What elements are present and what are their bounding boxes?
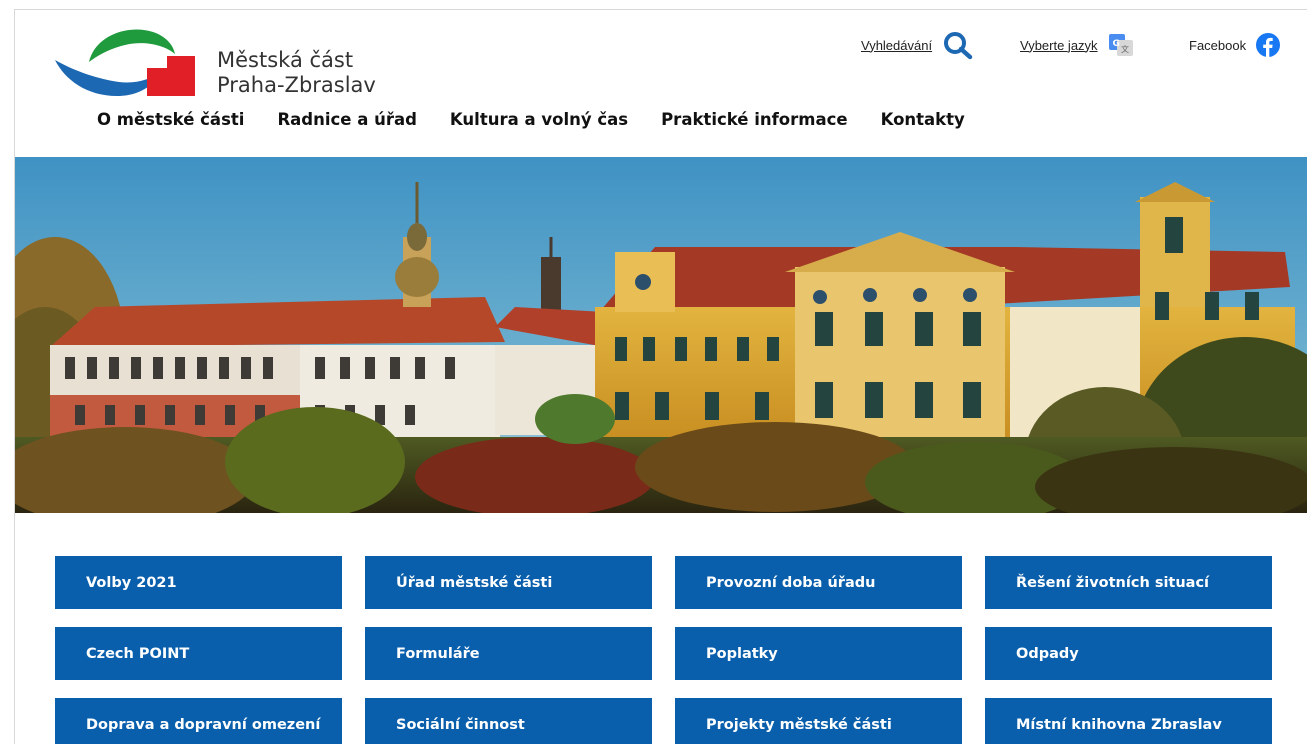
search-link[interactable]: Vyhledávání: [861, 30, 974, 60]
nav-item-prakticke-informace[interactable]: Praktické informace: [661, 110, 847, 136]
nav-item-radnice-a-urad[interactable]: Radnice a úřad: [277, 110, 416, 136]
svg-text:G: G: [1112, 39, 1119, 49]
tile-reseni-zivotnich-situaci[interactable]: Řešení životních situací: [985, 556, 1272, 609]
tile-projekty[interactable]: Projekty městské části: [675, 698, 962, 744]
top-tools: Vyhledávání Vyberte jazyk G 文 Facebook: [827, 30, 1307, 60]
search-label[interactable]: Vyhledávání: [861, 38, 932, 53]
page: Městská část Praha-Zbraslav Vyhledávání …: [14, 9, 1307, 744]
nav-item-kontakty[interactable]: Kontakty: [881, 110, 965, 136]
language-selector[interactable]: Vyberte jazyk G 文: [1020, 30, 1134, 60]
google-translate-icon[interactable]: G 文: [1108, 32, 1134, 58]
chateau-illustration: [15, 157, 1307, 513]
tile-provozni-doba-uradu[interactable]: Provozní doba úřadu: [675, 556, 962, 609]
search-icon[interactable]: [942, 30, 974, 60]
tile-doprava[interactable]: Doprava a dopravní omezení: [55, 698, 342, 744]
tile-czech-point[interactable]: Czech POINT: [55, 627, 342, 680]
site-name: Městská část Praha-Zbraslav: [217, 48, 376, 98]
site-name-line1: Městská část: [217, 48, 354, 72]
main-nav: O městské části Radnice a úřad Kultura a…: [97, 110, 998, 136]
tile-volby-2021[interactable]: Volby 2021: [55, 556, 342, 609]
tile-knihovna[interactable]: Místní knihovna Zbraslav: [985, 698, 1272, 744]
tile-odpady[interactable]: Odpady: [985, 627, 1272, 680]
tile-poplatky[interactable]: Poplatky: [675, 627, 962, 680]
language-label[interactable]: Vyberte jazyk: [1020, 38, 1098, 53]
nav-item-kultura[interactable]: Kultura a volný čas: [450, 110, 628, 136]
facebook-link[interactable]: Facebook: [1189, 30, 1281, 60]
hero-image: [15, 157, 1307, 513]
logo-emblem: [55, 29, 195, 96]
tile-socialni-cinnost[interactable]: Sociální činnost: [365, 698, 652, 744]
tile-urad-mestske-casti[interactable]: Úřad městské části: [365, 556, 652, 609]
facebook-icon[interactable]: [1256, 33, 1281, 57]
svg-text:文: 文: [1121, 44, 1129, 54]
site-name-line2: Praha-Zbraslav: [217, 73, 376, 97]
site-logo[interactable]: Městská část Praha-Zbraslav: [55, 26, 385, 98]
nav-item-o-mestske-casti[interactable]: O městské části: [97, 110, 244, 136]
facebook-label[interactable]: Facebook: [1189, 38, 1246, 53]
tile-formulare[interactable]: Formuláře: [365, 627, 652, 680]
